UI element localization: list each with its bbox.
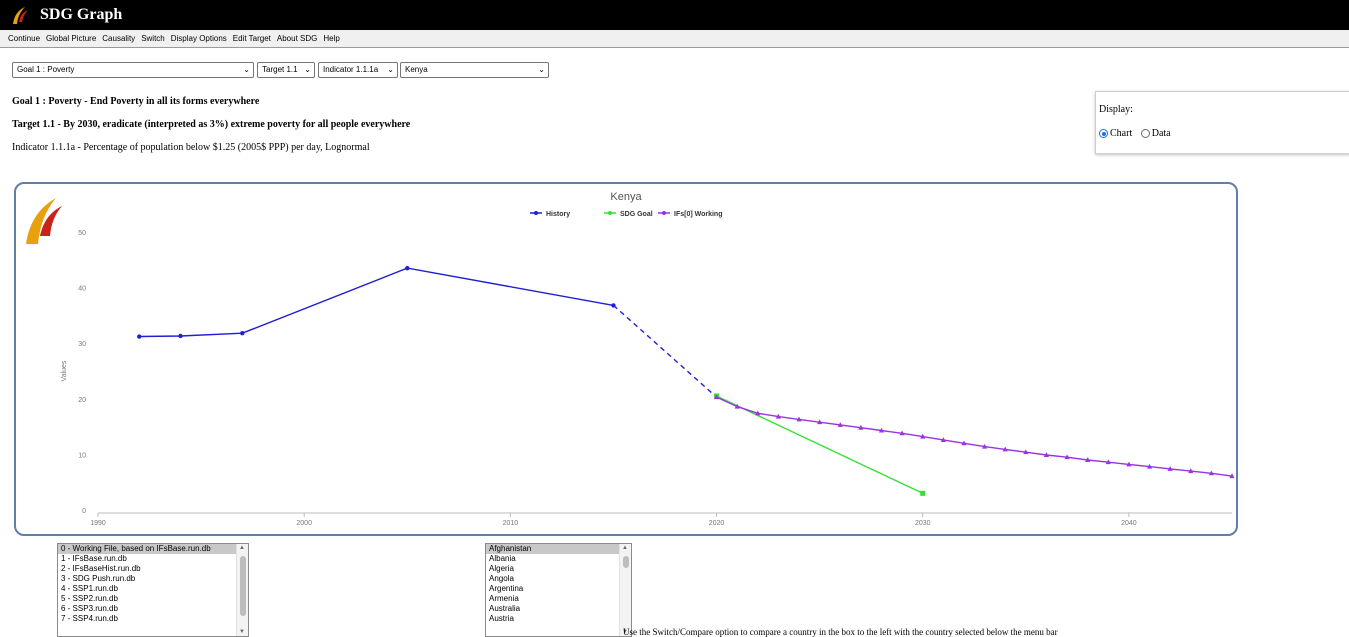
menu-continue[interactable]: Continue bbox=[8, 34, 40, 43]
list-item[interactable]: Albania bbox=[486, 554, 631, 564]
display-label: Display: bbox=[1099, 104, 1133, 115]
menu-help[interactable]: Help bbox=[323, 34, 339, 43]
list-item[interactable]: Algeria bbox=[486, 564, 631, 574]
data-point bbox=[920, 490, 926, 496]
data-point bbox=[405, 265, 410, 271]
menu-switch[interactable]: Switch bbox=[141, 34, 165, 43]
data-point bbox=[137, 334, 142, 339]
list-item[interactable]: Armenia bbox=[486, 594, 631, 604]
goal-select[interactable]: Goal 1 : Poverty ⌄ bbox=[12, 62, 254, 78]
menu-bar: Continue Global Picture Causality Switch… bbox=[0, 30, 1349, 48]
display-data-radio[interactable]: Data bbox=[1140, 128, 1171, 139]
scroll-down-icon[interactable]: ▼ bbox=[239, 629, 245, 635]
country-scrollbar[interactable]: ▲ ▼ bbox=[619, 544, 631, 636]
x-tick-label: 2030 bbox=[915, 520, 931, 527]
chevron-down-icon: ⌄ bbox=[387, 65, 394, 74]
list-item[interactable]: 6 - SSP3.run.db bbox=[58, 604, 248, 614]
y-tick-label: 0 bbox=[82, 508, 86, 515]
menu-global-picture[interactable]: Global Picture bbox=[46, 34, 96, 43]
target-select[interactable]: Target 1.1 ⌄ bbox=[257, 62, 315, 78]
display-options-panel: Display: Chart Data bbox=[1095, 91, 1349, 154]
line-chart: KenyaHistory SDG Goal IFs[0] Working010203… bbox=[26, 191, 1235, 527]
ifs-logo-icon bbox=[10, 5, 30, 25]
country-select[interactable]: Kenya ⌄ bbox=[400, 62, 549, 78]
chevron-down-icon: ⌄ bbox=[304, 65, 311, 74]
run-file-scrollbar[interactable]: ▲ ▼ bbox=[236, 544, 248, 636]
chart-panel: Kenya History SDG Goal IFs[0] Working 0 10 20 3… bbox=[14, 182, 1238, 536]
list-item[interactable]: 7 - SSP4.run.db bbox=[58, 614, 248, 624]
y-tick-label: 40 bbox=[78, 286, 86, 293]
target-heading: Target 1.1 - By 2030, eradicate (interpr… bbox=[12, 119, 411, 130]
goal-heading: Goal 1 : Poverty - End Poverty in all it… bbox=[12, 96, 260, 107]
list-item[interactable]: Argentina bbox=[486, 584, 631, 594]
compare-hint: Use the Switch/Compare option to compare… bbox=[623, 627, 1058, 637]
legend-label: SDG Goal bbox=[620, 211, 653, 218]
menu-about-sdg[interactable]: About SDG bbox=[277, 34, 317, 43]
country-list[interactable]: Afghanistan Albania Algeria Angola Argen… bbox=[485, 543, 632, 637]
chart-title: Kenya bbox=[610, 191, 642, 203]
radio-selected-icon bbox=[1099, 129, 1108, 138]
scroll-up-icon[interactable]: ▲ bbox=[239, 545, 245, 551]
app-title: SDG Graph bbox=[40, 6, 123, 23]
series-line-ifs-0-working bbox=[716, 396, 1233, 477]
legend-marker bbox=[662, 211, 666, 215]
list-item[interactable]: Australia bbox=[486, 604, 631, 614]
country-select-value: Kenya bbox=[405, 65, 428, 74]
goal-select-value: Goal 1 : Poverty bbox=[17, 65, 75, 74]
chevron-down-icon: ⌄ bbox=[243, 65, 250, 74]
scroll-up-icon[interactable]: ▲ bbox=[622, 545, 628, 551]
list-item[interactable]: 5 - SSP2.run.db bbox=[58, 594, 248, 604]
x-tick-label: 2040 bbox=[1121, 520, 1137, 527]
x-tick-label: 1990 bbox=[90, 520, 106, 527]
menu-causality[interactable]: Causality bbox=[102, 34, 135, 43]
y-tick-label: 50 bbox=[78, 230, 86, 237]
legend-label: History bbox=[546, 211, 570, 218]
list-item[interactable]: Angola bbox=[486, 574, 631, 584]
x-tick-label: 2020 bbox=[709, 520, 725, 527]
display-data-label: Data bbox=[1151, 128, 1171, 139]
data-point bbox=[178, 333, 183, 339]
legend-marker bbox=[608, 211, 612, 215]
list-item[interactable]: 2 - IFsBaseHist.run.db bbox=[58, 564, 248, 574]
scroll-thumb[interactable] bbox=[623, 556, 629, 568]
legend-label: IFs[0] Working bbox=[674, 211, 722, 218]
display-chart-label: Chart bbox=[1110, 128, 1133, 139]
scroll-thumb[interactable] bbox=[240, 556, 246, 616]
list-item[interactable]: 3 - SDG Push.run.db bbox=[58, 574, 248, 584]
target-select-value: Target 1.1 bbox=[262, 65, 298, 74]
legend-marker bbox=[534, 211, 538, 215]
indicator-select[interactable]: Indicator 1.1.1a ⌄ bbox=[318, 62, 398, 78]
indicator-heading: Indicator 1.1.1a - Percentage of populat… bbox=[12, 142, 370, 153]
indicator-select-value: Indicator 1.1.1a bbox=[323, 65, 379, 74]
list-item[interactable]: Austria bbox=[486, 614, 631, 624]
data-point bbox=[240, 330, 245, 336]
chevron-down-icon: ⌄ bbox=[538, 65, 545, 74]
list-item[interactable]: Afghanistan bbox=[486, 544, 631, 554]
x-tick-label: 2010 bbox=[503, 520, 519, 527]
radio-unselected-icon bbox=[1140, 129, 1150, 138]
y-axis-label: Values bbox=[61, 360, 68, 381]
x-tick-label: 2000 bbox=[296, 520, 312, 527]
series-line-history bbox=[139, 267, 614, 338]
title-bar: SDG Graph bbox=[0, 0, 1349, 30]
run-file-list[interactable]: 0 - Working File, based on IFsBase.run.d… bbox=[57, 543, 249, 637]
menu-display-options[interactable]: Display Options bbox=[171, 34, 227, 43]
list-item[interactable]: 0 - Working File, based on IFsBase.run.d… bbox=[58, 544, 248, 554]
menu-edit-target[interactable]: Edit Target bbox=[233, 34, 271, 43]
list-item[interactable]: 4 - SSP1.run.db bbox=[58, 584, 248, 594]
y-tick-label: 20 bbox=[78, 397, 86, 404]
display-chart-radio[interactable]: Chart bbox=[1099, 128, 1132, 139]
y-tick-label: 10 bbox=[78, 452, 86, 459]
series-line-history bbox=[613, 304, 717, 398]
y-tick-label: 30 bbox=[78, 341, 86, 348]
list-item[interactable]: 1 - IFsBase.run.db bbox=[58, 554, 248, 564]
